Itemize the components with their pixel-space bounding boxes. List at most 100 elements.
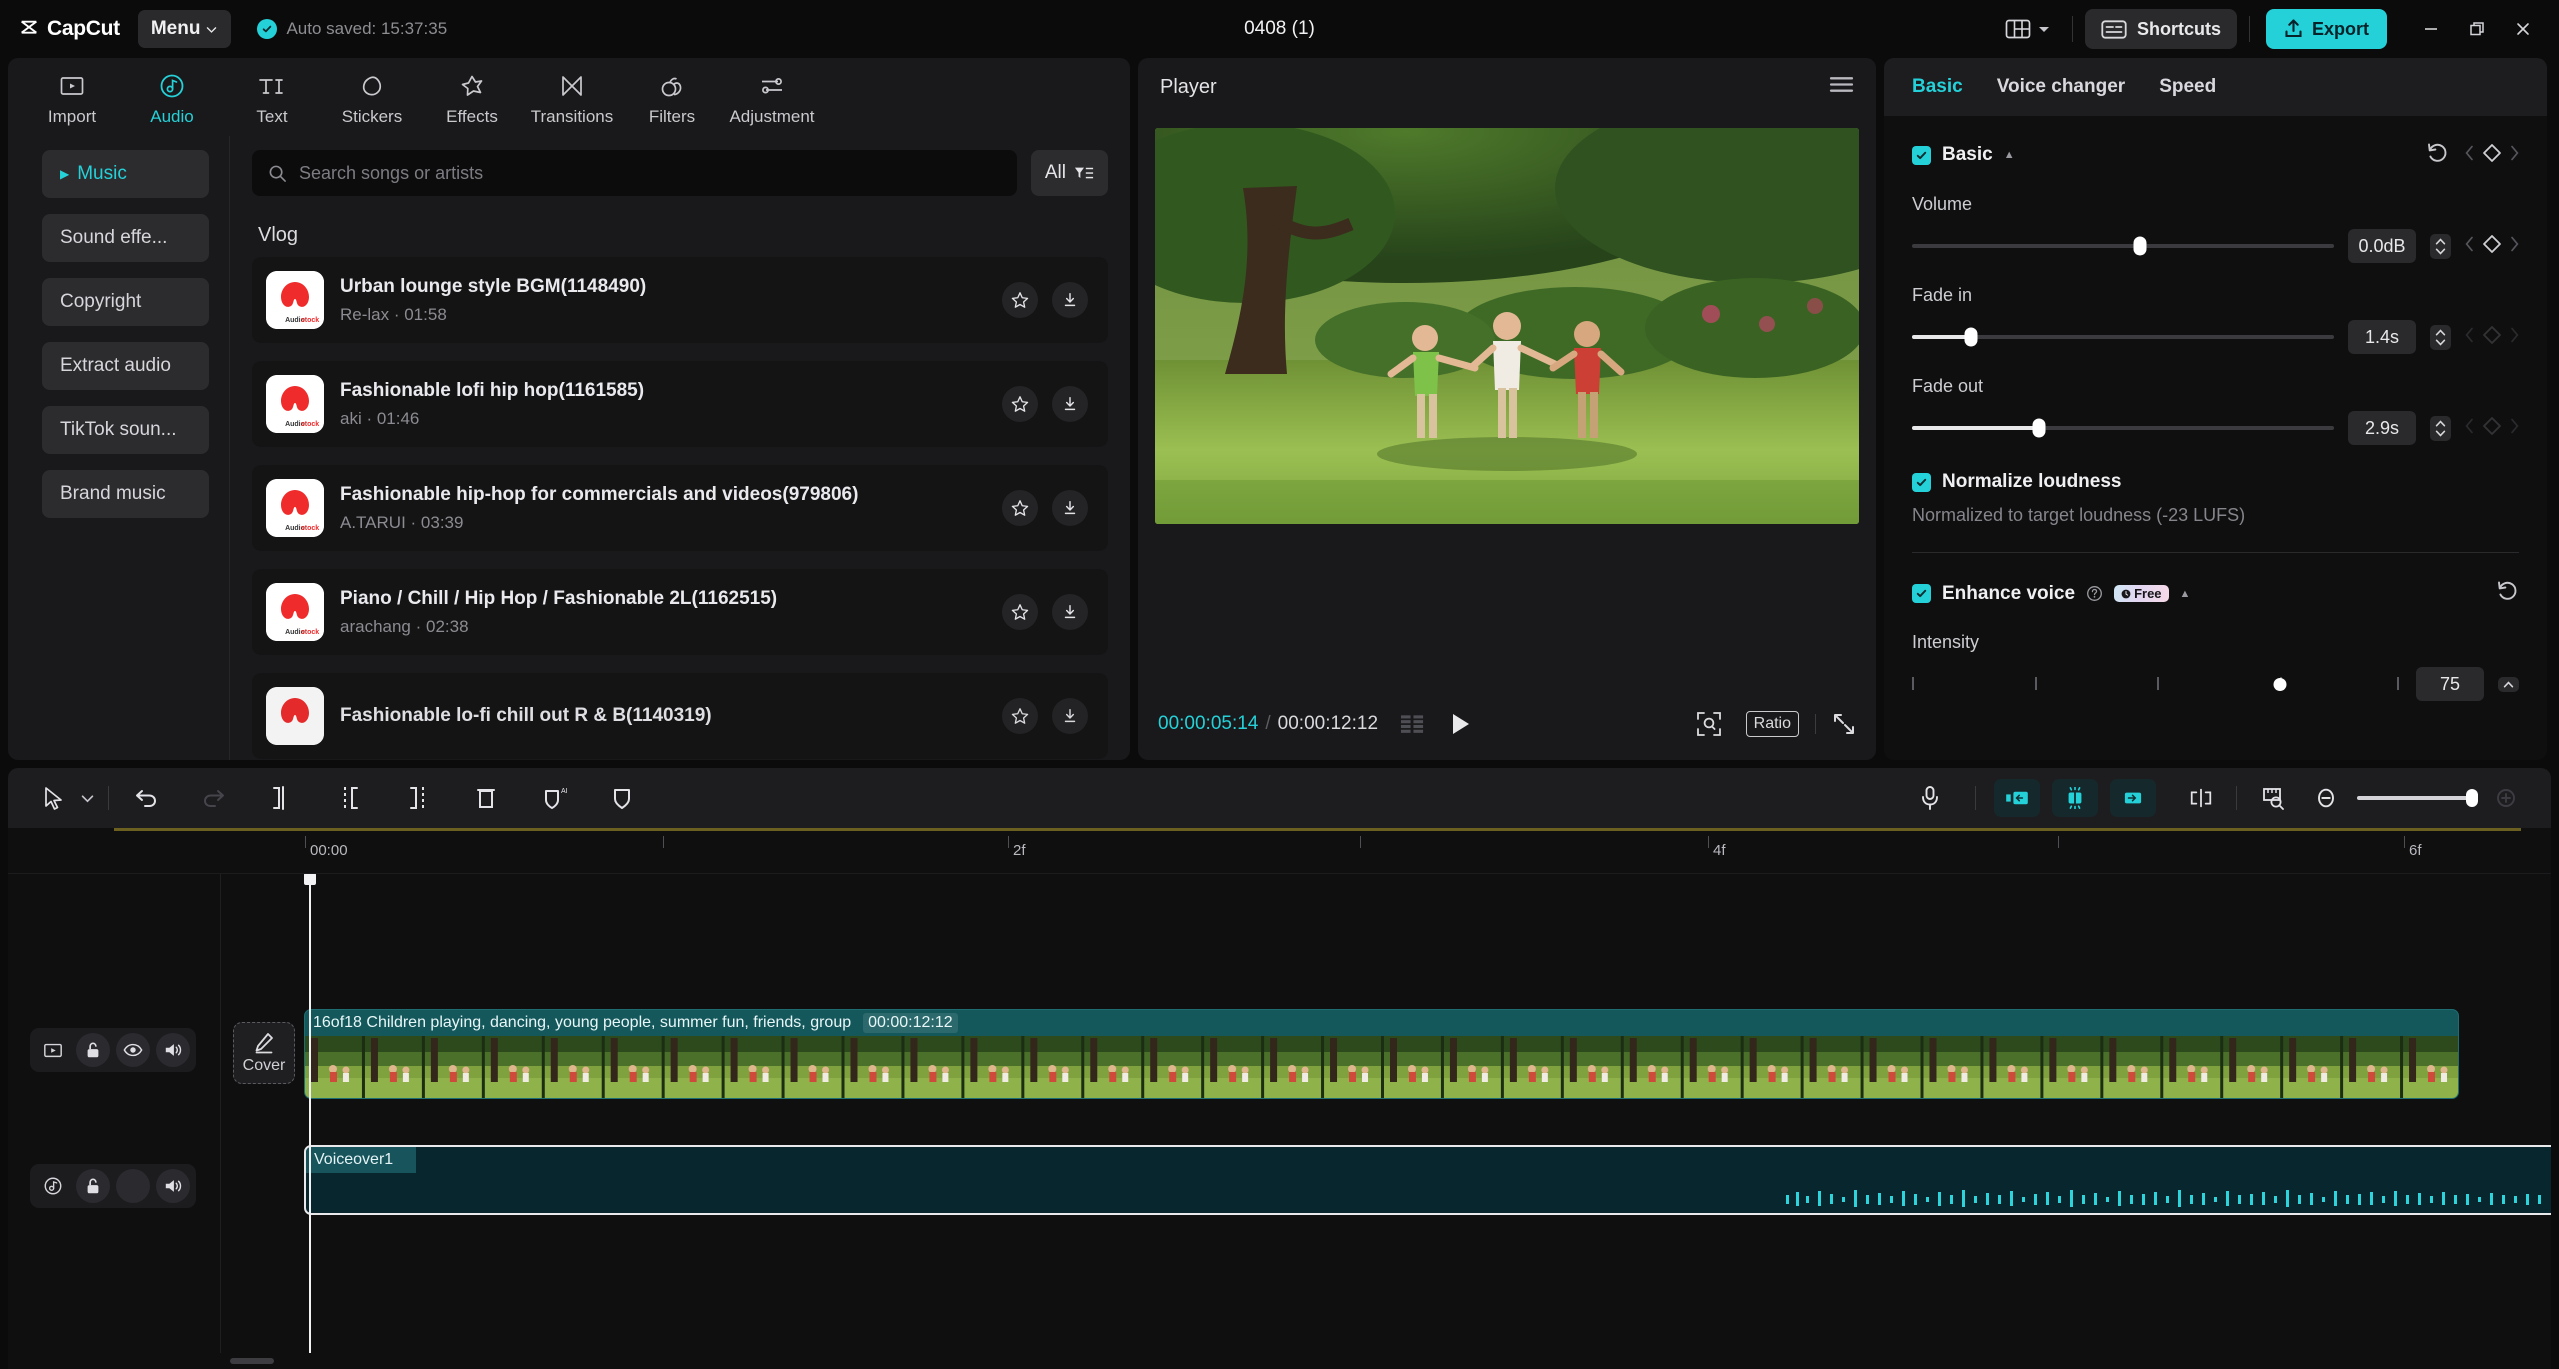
download-button[interactable] — [1052, 594, 1088, 630]
intensity-stepper[interactable] — [2498, 676, 2519, 692]
audio-track-mute-button[interactable] — [156, 1169, 190, 1203]
zoom-in-button[interactable] — [2487, 779, 2525, 817]
volume-value[interactable]: 0.0dB — [2348, 229, 2416, 263]
fade-in-slider-track[interactable] — [1912, 327, 2334, 347]
volume-stepper[interactable] — [2430, 233, 2451, 259]
split-button[interactable] — [263, 779, 301, 817]
help-icon[interactable] — [2086, 585, 2103, 602]
list-item[interactable]: Fashionable lo-fi chill out R & B(114031… — [252, 673, 1108, 759]
zoom-out-button[interactable] — [2307, 779, 2345, 817]
add-keyframe-button[interactable] — [2482, 143, 2502, 168]
scrollbar-thumb[interactable] — [230, 1358, 274, 1364]
add-keyframe-button[interactable] — [2482, 234, 2502, 259]
intensity-slider-track[interactable] — [1912, 675, 2402, 693]
ruler-zoom-button[interactable] — [2255, 779, 2293, 817]
video-clip[interactable]: 16of18 Children playing, dancing, young … — [304, 1009, 2459, 1099]
favorite-button[interactable] — [1002, 594, 1038, 630]
zoom-slider[interactable] — [2357, 789, 2478, 807]
fullscreen-button[interactable] — [1832, 712, 1856, 736]
ai-mask-button[interactable]: AI — [535, 779, 573, 817]
normalize-loudness-checkbox[interactable] — [1912, 472, 1931, 492]
favorite-button[interactable] — [1002, 282, 1038, 318]
category-item-music[interactable]: ▶ Music — [42, 150, 209, 198]
mode-tab-filters[interactable]: Filters — [622, 67, 722, 127]
cover-button[interactable]: Cover — [233, 1022, 295, 1084]
trim-right-button[interactable] — [399, 779, 437, 817]
layout-switch-button[interactable] — [1995, 10, 2060, 48]
delete-button[interactable] — [467, 779, 505, 817]
snap-right-toggle[interactable] — [2110, 779, 2156, 817]
export-button[interactable]: Export — [2265, 9, 2387, 49]
mode-tab-effects[interactable]: Effects — [422, 67, 522, 127]
tab-speed[interactable]: Speed — [2159, 76, 2216, 98]
fade-out-slider-knob[interactable] — [2032, 418, 2046, 438]
audio-clip[interactable]: Voiceover1 — [304, 1145, 2551, 1215]
fade-out-stepper[interactable] — [2430, 415, 2451, 441]
fade-out-value[interactable]: 2.9s — [2348, 411, 2416, 445]
tab-basic[interactable]: Basic — [1912, 76, 1963, 98]
timeline-playhead[interactable] — [304, 874, 316, 1353]
download-button[interactable] — [1052, 490, 1088, 526]
timeline-ruler[interactable]: 00:00 2f 4f 6f — [8, 828, 2551, 874]
search-input[interactable] — [299, 162, 1001, 184]
video-track-mute-button[interactable] — [156, 1033, 190, 1067]
shortcuts-button[interactable]: Shortcuts — [2084, 9, 2237, 49]
list-item[interactable]: Audio stock Urban lounge style BGM(11484… — [252, 257, 1108, 343]
fade-in-slider-knob[interactable] — [1964, 327, 1978, 347]
fade-in-stepper[interactable] — [2430, 324, 2451, 350]
chevron-up-icon[interactable]: ▲ — [2180, 588, 2191, 600]
auto-fit-toggle[interactable] — [2052, 779, 2098, 817]
favorite-button[interactable] — [1002, 490, 1038, 526]
category-item-copyright[interactable]: Copyright — [42, 278, 209, 326]
enhance-voice-checkbox[interactable] — [1912, 584, 1931, 603]
mode-tab-adjustment[interactable]: Adjustment — [722, 67, 822, 127]
mode-tab-audio[interactable]: Audio — [122, 67, 222, 127]
prev-keyframe-button[interactable] — [2465, 145, 2474, 166]
fade-in-value[interactable]: 1.4s — [2348, 320, 2416, 354]
volume-slider-track[interactable] — [1912, 236, 2334, 256]
ratio-button[interactable]: Ratio — [1745, 711, 1799, 737]
intensity-slider-knob[interactable] — [2273, 678, 2286, 691]
video-preview[interactable] — [1155, 128, 1859, 524]
mode-tab-stickers[interactable]: Stickers — [322, 67, 422, 127]
next-keyframe-button[interactable] — [2510, 236, 2519, 257]
menu-button[interactable]: Menu — [137, 10, 232, 48]
list-item[interactable]: Audio stock Piano / Chill / Hip Hop / Fa… — [252, 569, 1108, 655]
enhance-reset-button[interactable] — [2495, 579, 2519, 608]
tool-dropdown-button[interactable] — [76, 779, 98, 817]
audio-track-lock-button[interactable] — [76, 1169, 110, 1203]
favorite-button[interactable] — [1002, 698, 1038, 734]
next-keyframe-button[interactable] — [2510, 145, 2519, 166]
tab-voice-changer[interactable]: Voice changer — [1997, 76, 2125, 98]
undo-button[interactable] — [127, 779, 165, 817]
video-track-visibility-button[interactable] — [116, 1033, 150, 1067]
category-item-tiktok-sounds[interactable]: TikTok soun... — [42, 406, 209, 454]
list-item[interactable]: Audio stock Fashionable hip-hop for comm… — [252, 465, 1108, 551]
snap-left-toggle[interactable] — [1994, 779, 2040, 817]
mode-tab-import[interactable]: Import — [22, 67, 122, 127]
zoom-fit-button[interactable] — [1696, 711, 1722, 737]
filter-all-button[interactable]: All — [1030, 150, 1108, 196]
mask-button[interactable] — [603, 779, 641, 817]
split-at-playhead-button[interactable] — [2182, 779, 2220, 817]
zoom-slider-knob[interactable] — [2466, 789, 2478, 807]
download-button[interactable] — [1052, 386, 1088, 422]
maximize-button[interactable] — [2455, 8, 2499, 50]
mode-tab-transitions[interactable]: Transitions — [522, 67, 622, 127]
prev-keyframe-button[interactable] — [2465, 236, 2474, 257]
intensity-value[interactable]: 75 — [2416, 667, 2484, 701]
list-item[interactable]: Audio stock Fashionable lofi hip hop(116… — [252, 361, 1108, 447]
search-box[interactable] — [252, 150, 1017, 196]
minimize-button[interactable] — [2409, 8, 2453, 50]
record-voiceover-button[interactable] — [1911, 779, 1949, 817]
category-item-sound-effects[interactable]: Sound effe... — [42, 214, 209, 262]
download-button[interactable] — [1052, 282, 1088, 318]
mode-tab-text[interactable]: Text — [222, 67, 322, 127]
download-button[interactable] — [1052, 698, 1088, 734]
category-item-brand-music[interactable]: Brand music — [42, 470, 209, 518]
chevron-up-icon[interactable]: ▲ — [2004, 149, 2015, 161]
basic-checkbox[interactable] — [1912, 145, 1931, 165]
select-tool-button[interactable] — [34, 779, 72, 817]
redo-button[interactable] — [195, 779, 233, 817]
video-track-lock-button[interactable] — [76, 1033, 110, 1067]
